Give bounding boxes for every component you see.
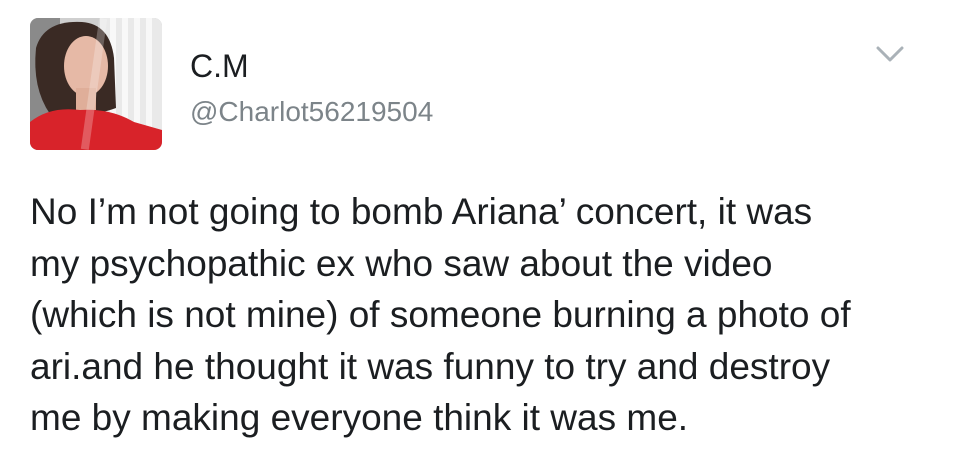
- tweet-card: C.M @Charlot56219504 No I’m not going to…: [0, 0, 960, 458]
- tweet-text-line: ari.and he thought it was funny to try a…: [30, 345, 831, 387]
- tweet-menu-button[interactable]: [872, 38, 908, 70]
- tweet-text-line: No I’m not going to bomb Ariana’ concert…: [30, 191, 813, 232]
- chevron-down-icon: [876, 46, 904, 62]
- profile-photo-icon: [30, 18, 162, 150]
- avatar[interactable]: [30, 18, 162, 150]
- tweet-text-line: my psychopathic ex who saw about the vid…: [30, 242, 773, 284]
- tweet-text-line: me by making everyone think it was me.: [30, 397, 689, 438]
- author-display-name[interactable]: C.M: [190, 46, 249, 86]
- tweet-text-line: (which is not mine) of someone burning a…: [30, 294, 851, 335]
- tweet-text: No I’m not going to bomb Ariana’ concert…: [30, 186, 935, 444]
- author-handle[interactable]: @Charlot56219504: [190, 94, 433, 130]
